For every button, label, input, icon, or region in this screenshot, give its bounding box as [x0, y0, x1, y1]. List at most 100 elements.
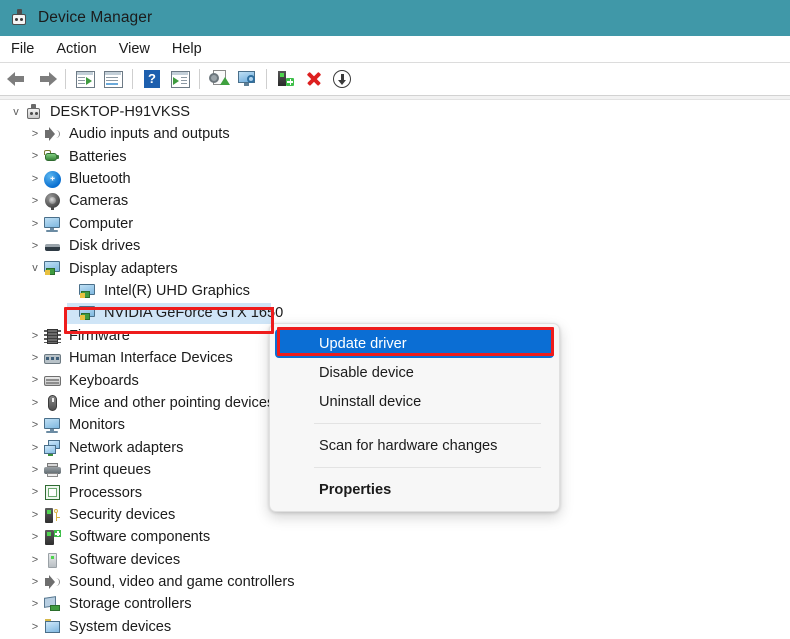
tree-item-software-devices[interactable]: > Software devices [0, 549, 790, 571]
context-menu[interactable]: Update driver Disable device Uninstall d… [269, 323, 560, 512]
chevron-right-icon[interactable]: > [27, 571, 43, 593]
chevron-right-icon[interactable]: > [27, 392, 43, 414]
add-legacy-device-icon [277, 70, 295, 88]
tree-item-intel-uhd-graphics[interactable]: Intel(R) UHD Graphics [0, 280, 790, 302]
tree-item-label: Network adapters [69, 439, 184, 456]
update-driver-icon [209, 70, 230, 88]
update-driver-button[interactable] [205, 66, 233, 92]
device-manager-icon [24, 103, 43, 122]
view-button[interactable] [166, 66, 194, 92]
show-hidden-devices-button[interactable] [71, 66, 99, 92]
uninstall-device-button[interactable] [300, 66, 328, 92]
tree-root-item[interactable]: v DESKTOP-H91VKSS [0, 101, 790, 123]
chevron-right-icon[interactable]: > [27, 482, 43, 504]
security-device-icon [43, 506, 62, 525]
context-menu-item-properties[interactable]: Properties [275, 475, 554, 504]
tree-item-audio-inputs-and-outputs[interactable]: > Audio inputs and outputs [0, 123, 790, 145]
chevron-right-icon[interactable]: > [27, 146, 43, 168]
hid-icon [43, 349, 62, 368]
tree-item-computer[interactable]: > Computer [0, 213, 790, 235]
tree-item-disk-drives[interactable]: > Disk drives [0, 235, 790, 257]
menu-item-action[interactable]: Action [45, 36, 107, 62]
view-window-icon [170, 70, 190, 88]
uninstall-device-red-x-icon [305, 70, 323, 88]
tree-item-label: Storage controllers [69, 596, 192, 613]
chevron-right-icon[interactable]: > [27, 124, 43, 146]
camera-icon [43, 192, 62, 211]
chevron-down-icon[interactable]: v [27, 258, 43, 280]
back-button[interactable] [4, 66, 32, 92]
add-legacy-device-button[interactable] [272, 66, 300, 92]
tree-item-label: Security devices [69, 506, 176, 523]
chevron-right-icon[interactable]: > [27, 213, 43, 235]
tree-item-nvidia-geforce-gtx-1650[interactable]: NVIDIA GeForce GTX 1650 [0, 303, 790, 325]
context-menu-item-update-driver[interactable]: Update driver [275, 329, 554, 358]
tree-item-label: Sound, video and game controllers [69, 574, 295, 591]
properties-button[interactable] [99, 66, 127, 92]
chevron-right-icon[interactable]: > [27, 370, 43, 392]
chevron-right-icon[interactable]: > [27, 459, 43, 481]
context-menu-item-uninstall-device[interactable]: Uninstall device [275, 387, 554, 416]
tree-item-label: DESKTOP-H91VKSS [50, 103, 191, 120]
menu-bar: File Action View Help [0, 36, 790, 63]
context-menu-item-scan-for-hardware-changes[interactable]: Scan for hardware changes [275, 431, 554, 460]
scan-hardware-changes-button[interactable] [233, 66, 261, 92]
tree-item-bluetooth[interactable]: > ᛭ Bluetooth [0, 168, 790, 190]
chevron-down-icon[interactable]: v [8, 101, 24, 123]
monitor-icon [43, 215, 62, 234]
monitor-icon [43, 416, 62, 435]
tree-item-cameras[interactable]: > Cameras [0, 191, 790, 213]
tree-item-software-components[interactable]: > Software components [0, 526, 790, 548]
speaker-icon [43, 125, 62, 144]
properties-window-icon [103, 70, 123, 88]
tree-item-sound-video-and-game-controllers[interactable]: > Sound, video and game controllers [0, 571, 790, 593]
menu-item-view[interactable]: View [108, 36, 161, 62]
tree-item-system-devices[interactable]: > System devices [0, 616, 790, 638]
show-hidden-window-icon [75, 70, 95, 88]
tree-item-label: Batteries [69, 148, 127, 165]
chevron-right-icon[interactable]: > [27, 415, 43, 437]
tree-item-label: Keyboards [69, 372, 139, 389]
context-menu-item-disable-device[interactable]: Disable device [275, 358, 554, 387]
tree-item-label: Display adapters [69, 260, 178, 277]
context-menu-separator [314, 467, 541, 468]
tree-item-label: System devices [69, 618, 172, 635]
battery-icon [43, 147, 62, 166]
chevron-right-icon[interactable]: > [27, 168, 43, 190]
help-button[interactable]: ? [138, 66, 166, 92]
forward-button[interactable] [32, 66, 60, 92]
tree-item-label: Software components [69, 529, 211, 546]
tree-item-storage-controllers[interactable]: > Storage controllers [0, 594, 790, 616]
disable-device-button[interactable] [328, 66, 356, 92]
chevron-right-icon[interactable]: > [27, 594, 43, 616]
chevron-right-icon[interactable]: > [27, 616, 43, 638]
device-manager-icon [9, 8, 29, 28]
disable-device-down-arrow-icon [333, 70, 351, 88]
menu-item-help[interactable]: Help [161, 36, 213, 62]
software-component-icon [43, 528, 62, 547]
tree-item-display-adapters[interactable]: v Display adapters [0, 258, 790, 280]
tree-item-label: Intel(R) UHD Graphics [104, 283, 250, 300]
tree-item-label: Computer [69, 215, 134, 232]
tree-item-label: Disk drives [69, 238, 141, 255]
printer-icon [43, 461, 62, 480]
chevron-right-icon[interactable]: > [27, 549, 43, 571]
chevron-right-icon[interactable]: > [27, 437, 43, 459]
tree-item-batteries[interactable]: > Batteries [0, 146, 790, 168]
toolbar-separator [266, 69, 267, 89]
window-title: Device Manager [38, 9, 153, 26]
system-device-icon [43, 618, 62, 637]
chevron-right-icon[interactable]: > [27, 504, 43, 526]
chevron-right-icon[interactable]: > [27, 347, 43, 369]
chevron-right-icon[interactable]: > [27, 527, 43, 549]
mouse-icon [43, 394, 62, 413]
forward-arrow-icon [35, 70, 57, 88]
tree-item-label: Processors [69, 484, 142, 501]
chevron-right-icon[interactable]: > [27, 236, 43, 258]
chevron-right-icon[interactable]: > [27, 325, 43, 347]
chevron-right-icon[interactable]: > [27, 191, 43, 213]
tree-item-label: Bluetooth [69, 171, 131, 188]
tree-item-label: Cameras [69, 193, 129, 210]
menu-item-file[interactable]: File [0, 36, 45, 62]
toolbar-separator [199, 69, 200, 89]
